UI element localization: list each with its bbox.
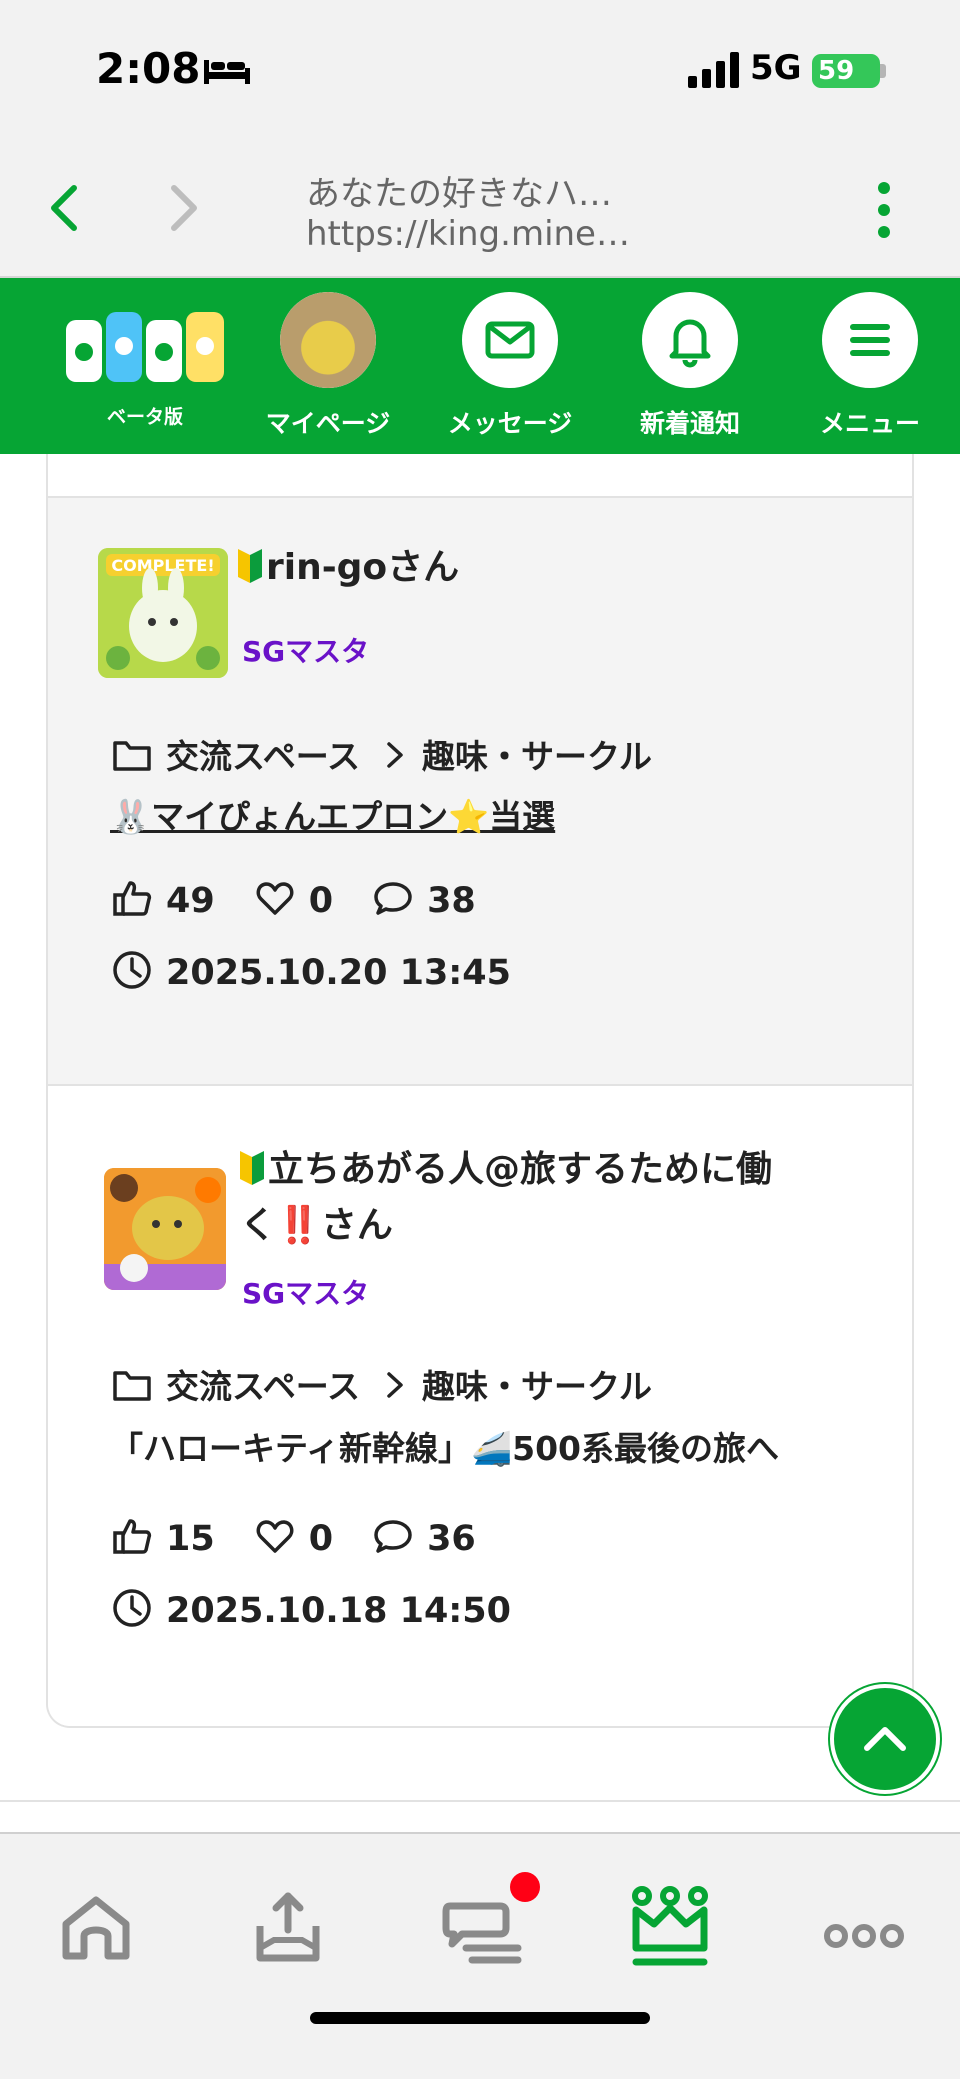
clock-icon xyxy=(113,951,151,989)
comment-icon[interactable] xyxy=(373,1516,413,1556)
home-icon[interactable] xyxy=(46,1878,146,1978)
browser-toolbar: あなたの好きなハ… https://king.mine… xyxy=(0,140,960,278)
favorite-count: 0 xyxy=(308,881,334,921)
folder-icon xyxy=(113,741,151,771)
post-stats: 49 0 38 xyxy=(112,878,476,921)
back-icon[interactable] xyxy=(44,178,84,238)
post-category[interactable]: 交流スペース 趣味・サークル xyxy=(112,1360,652,1408)
network-type: 5G xyxy=(750,48,802,88)
post-category[interactable]: 交流スペース 趣味・サークル xyxy=(112,730,652,778)
post-card[interactable]: 立ちあがる人@旅するために働 く‼️さん SGマスタ 交流スペース 趣味・サークル… xyxy=(48,1088,912,1726)
mypage-button[interactable]: マイページ xyxy=(258,292,398,442)
status-time: 2:08 xyxy=(96,44,201,93)
post-title-link[interactable]: 「ハローキティ新幹線」🚄500系最後の旅へ xyxy=(110,1422,779,1470)
comment-icon[interactable] xyxy=(373,878,413,918)
notification-badge xyxy=(510,1872,540,1902)
post-title-link[interactable]: 🐰マイぴょんエプロン⭐当選 xyxy=(110,790,555,838)
post-stats: 15 0 36 xyxy=(112,1516,476,1559)
subcategory-label[interactable]: 趣味・サークル xyxy=(422,737,652,776)
mypage-label: マイページ xyxy=(265,409,391,438)
category-label[interactable]: 交流スペース xyxy=(166,737,360,776)
site-logo[interactable] xyxy=(60,302,230,412)
sleep-focus-icon xyxy=(204,60,250,84)
like-count: 49 xyxy=(166,881,215,921)
datetime-label: 2025.10.18 14:50 xyxy=(166,1591,512,1631)
logo-beta-label: ベータ版 xyxy=(106,406,183,428)
menu-label: メニュー xyxy=(819,409,920,438)
address-bar[interactable]: https://king.mine… xyxy=(306,214,630,254)
beginner-mark-icon xyxy=(240,1151,264,1185)
heart-icon[interactable] xyxy=(255,1516,295,1556)
menu-button[interactable]: メニュー xyxy=(800,292,940,442)
chevron-right-icon xyxy=(387,1372,403,1398)
user-rank: SGマスタ xyxy=(242,1277,370,1310)
bell-icon xyxy=(669,319,711,368)
datetime-label: 2025.10.20 13:45 xyxy=(166,953,512,993)
thumbs-up-icon[interactable] xyxy=(112,878,152,918)
clock-icon xyxy=(113,1589,151,1627)
user-avatar[interactable] xyxy=(104,1168,226,1290)
more-vertical-icon[interactable] xyxy=(872,180,896,240)
signal-icon xyxy=(688,52,739,88)
hamburger-icon xyxy=(850,324,890,356)
folder-icon xyxy=(113,1371,151,1401)
scroll-top-button[interactable] xyxy=(830,1684,940,1794)
notification-button[interactable]: 新着通知 xyxy=(620,292,760,442)
user-avatar[interactable]: COMPLETE! xyxy=(98,548,228,678)
comment-count: 38 xyxy=(427,881,476,921)
notification-label: 新着通知 xyxy=(639,409,740,438)
like-count: 15 xyxy=(166,1519,215,1559)
envelope-icon xyxy=(485,321,535,359)
battery-level: 59 xyxy=(812,54,880,88)
post-username[interactable]: 立ちあがる人@旅するために働 く‼️さん xyxy=(240,1142,772,1254)
battery-cap xyxy=(880,64,886,78)
avatar xyxy=(280,292,376,388)
home-indicator[interactable] xyxy=(310,2012,650,2024)
user-rank: SGマスタ xyxy=(242,635,370,668)
subcategory-label[interactable]: 趣味・サークル xyxy=(422,1367,652,1406)
comment-count: 36 xyxy=(427,1519,476,1559)
favorite-count: 0 xyxy=(308,1519,334,1559)
post-list: COMPLETE! rin-goさん SGマスタ 交流スペース 趣味・サークル 🐰… xyxy=(46,454,914,1728)
more-icon[interactable] xyxy=(814,1878,914,1978)
upload-icon[interactable] xyxy=(238,1878,338,1978)
page-title[interactable]: あなたの好きなハ… xyxy=(306,166,612,215)
category-label[interactable]: 交流スペース xyxy=(166,1367,360,1406)
svg-text:COMPLETE!: COMPLETE! xyxy=(111,556,214,575)
forward-icon[interactable] xyxy=(164,178,204,238)
crown-icon[interactable] xyxy=(620,1878,720,1978)
post-datetime: 2025.10.18 14:50 xyxy=(112,1588,511,1631)
divider xyxy=(0,1800,960,1802)
heart-icon[interactable] xyxy=(255,878,295,918)
beginner-mark-icon xyxy=(238,549,262,583)
bottom-tab-bar xyxy=(0,1832,960,2079)
message-label: メッセージ xyxy=(447,409,573,438)
chevron-right-icon xyxy=(387,742,403,768)
status-bar: 2:08 5G 59 xyxy=(0,0,960,140)
post-datetime: 2025.10.20 13:45 xyxy=(112,950,511,993)
message-button[interactable]: メッセージ xyxy=(440,292,580,442)
thumbs-up-icon[interactable] xyxy=(112,1516,152,1556)
chevron-up-icon xyxy=(864,1727,906,1751)
post-username[interactable]: rin-goさん xyxy=(238,540,459,596)
post-card[interactable]: COMPLETE! rin-goさん SGマスタ 交流スペース 趣味・サークル 🐰… xyxy=(48,496,912,1086)
app-header: ベータ版 マイページ メッセージ 新着通知 メニュー xyxy=(0,278,960,454)
